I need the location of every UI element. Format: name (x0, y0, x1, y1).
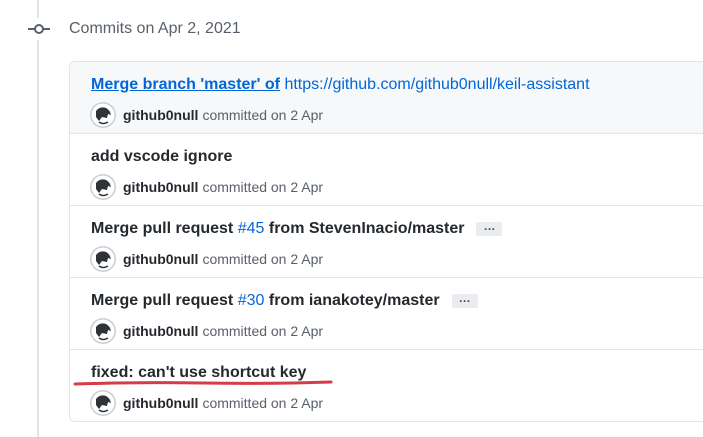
committed-date: committed on 2 Apr (202, 323, 324, 339)
commit-message-prefix[interactable]: Merge pull request (91, 220, 233, 238)
commit-message-suffix[interactable]: from StevenInacio/master (269, 220, 465, 238)
commit-meta: github0null committed on 2 Apr (90, 390, 323, 416)
commit-title: Merge pull request #30 from ianakotey/ma… (91, 292, 478, 310)
commit-message-prefix[interactable]: Merge pull request (91, 292, 233, 310)
commit-group-date: Commits on Apr 2, 2021 (69, 20, 241, 37)
expand-message-button[interactable]: … (451, 292, 478, 308)
commit-row: add vscode ignore github0null committed … (70, 134, 703, 206)
avatar-icon[interactable] (90, 102, 116, 128)
commit-meta: github0null committed on 2 Apr (90, 246, 323, 272)
committed-date: committed on 2 Apr (202, 251, 324, 267)
avatar-icon[interactable] (90, 390, 116, 416)
commit-row: Merge pull request #45 from StevenInacio… (70, 206, 703, 278)
committed-date: committed on 2 Apr (202, 395, 324, 411)
commit-meta: github0null committed on 2 Apr (90, 174, 323, 200)
avatar-icon[interactable] (90, 174, 116, 200)
commit-title: Merge branch 'master' of https://github.… (91, 76, 590, 94)
commit-meta: github0null committed on 2 Apr (90, 102, 323, 128)
committed-date: committed on 2 Apr (202, 179, 324, 195)
commit-list: Merge branch 'master' of https://github.… (69, 61, 703, 422)
commit-author-link[interactable]: github0null (123, 107, 198, 123)
commit-message-link[interactable]: add vscode ignore (91, 148, 232, 166)
commit-author-link[interactable]: github0null (123, 251, 198, 267)
expand-message-button[interactable]: … (476, 220, 503, 236)
commit-title: add vscode ignore (91, 148, 232, 166)
commit-meta: github0null committed on 2 Apr (90, 318, 323, 344)
committed-date: committed on 2 Apr (202, 107, 324, 123)
timeline-line (37, 0, 39, 437)
commit-row: Merge branch 'master' of https://github.… (70, 62, 703, 134)
commit-group-header: Commits on Apr 2, 2021 (28, 18, 241, 40)
commit-history-page: Commits on Apr 2, 2021 Merge branch 'mas… (0, 0, 703, 437)
commit-message-link[interactable]: Merge branch 'master' of (91, 76, 280, 94)
commit-row: Merge pull request #30 from ianakotey/ma… (70, 278, 703, 350)
annotation-underline (73, 380, 333, 386)
commit-author-link[interactable]: github0null (123, 395, 198, 411)
git-commit-icon (28, 18, 50, 40)
commit-message-suffix[interactable]: from ianakotey/master (269, 292, 440, 310)
commit-row: fixed: can't use shortcut key github0nul… (70, 350, 703, 421)
pull-request-link[interactable]: #30 (238, 292, 265, 310)
repository-url-link[interactable]: https://github.com/github0null/keil-assi… (284, 76, 589, 94)
commit-author-link[interactable]: github0null (123, 323, 198, 339)
commit-title: Merge pull request #45 from StevenInacio… (91, 220, 503, 238)
avatar-icon[interactable] (90, 246, 116, 272)
commit-author-link[interactable]: github0null (123, 179, 198, 195)
pull-request-link[interactable]: #45 (238, 220, 265, 238)
avatar-icon[interactable] (90, 318, 116, 344)
